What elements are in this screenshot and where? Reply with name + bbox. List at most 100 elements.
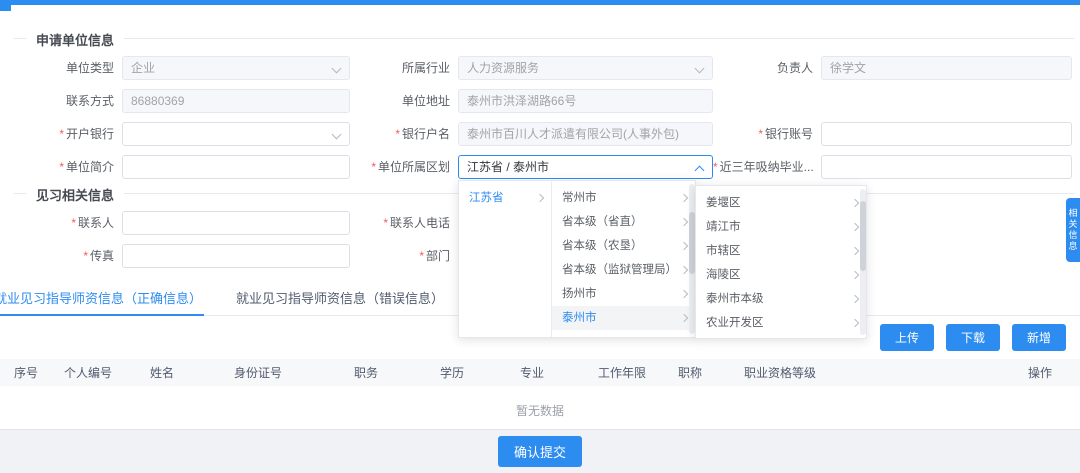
form-row-3: 开户银行 银行户名 银行账号 bbox=[14, 117, 1074, 150]
cascader-item-city-selected[interactable]: 泰州市 bbox=[552, 306, 695, 330]
leader-input[interactable] bbox=[821, 56, 1072, 80]
confirm-submit-button[interactable]: 确认提交 bbox=[498, 436, 582, 467]
cascader-city-column: 常州市 省本级（省直） 省本级（农垦） 省本级（监狱管理局） 扬州市 泰州市 bbox=[552, 181, 695, 337]
app-window: 申请单位信息 单位类型 所属行业 负责人 bbox=[0, 0, 1080, 473]
intro-input[interactable] bbox=[122, 155, 350, 179]
form-row-1: 单位类型 所属行业 负责人 bbox=[14, 51, 1074, 84]
cascader-item-district[interactable]: 农业开发区 bbox=[696, 311, 866, 335]
add-button[interactable]: 新增 bbox=[1012, 324, 1066, 351]
field-leader: 负责人 bbox=[713, 56, 1074, 80]
cascader-item-city[interactable]: 省本级（省直） bbox=[552, 210, 695, 234]
cascader-item-city[interactable]: 扬州市 bbox=[552, 282, 695, 306]
table-header-cell-operation: 操作 bbox=[1018, 364, 1080, 381]
upload-button[interactable]: 上传 bbox=[880, 324, 934, 351]
field-region: 单位所属区划 bbox=[350, 155, 713, 179]
cascader-province-column: 江苏省 bbox=[459, 181, 552, 337]
section-unit-info: 申请单位信息 单位类型 所属行业 负责人 bbox=[14, 38, 1074, 183]
chevron-right-icon bbox=[536, 194, 544, 202]
graduates-control bbox=[821, 155, 1072, 179]
region-cascader-popup: 江苏省 常州市 省本级（省直） 省本级（农垦） 省本级（监狱管理局） 扬州市 泰… bbox=[458, 180, 696, 338]
table-empty-text: 暂无数据 bbox=[0, 386, 1080, 435]
chevron-right-icon bbox=[680, 194, 688, 202]
field-contact: 联系方式 bbox=[14, 89, 350, 113]
bank-no-label: 银行账号 bbox=[713, 125, 821, 142]
cascader-item-district[interactable]: 泰州市本级 bbox=[696, 287, 866, 311]
address-label: 单位地址 bbox=[350, 92, 458, 109]
chevron-right-icon bbox=[680, 266, 688, 274]
contact-label: 联系方式 bbox=[14, 92, 122, 109]
contact-person-label: 联系人 bbox=[14, 214, 122, 231]
form-row-2: 联系方式 单位地址 bbox=[14, 84, 1074, 117]
side-drawer-handle[interactable]: 相关信息 bbox=[1066, 198, 1080, 262]
tab-teacher-error[interactable]: 就业见习指导师资信息（错误信息） bbox=[234, 280, 446, 315]
address-control bbox=[458, 89, 713, 113]
unit-type-label: 单位类型 bbox=[14, 59, 122, 76]
cascader-item-district[interactable]: 市辖区 bbox=[696, 239, 866, 263]
unit-type-select[interactable] bbox=[122, 56, 350, 80]
scrollbar-track[interactable] bbox=[860, 189, 866, 335]
cascader-item-city[interactable]: 省本级（监狱管理局） bbox=[552, 258, 695, 282]
region-label: 单位所属区划 bbox=[350, 158, 458, 175]
industry-input[interactable] bbox=[458, 56, 713, 80]
contact-person-input[interactable] bbox=[122, 211, 350, 235]
bank-label: 开户银行 bbox=[14, 125, 122, 142]
tab-teacher-correct[interactable]: 就业见习指导师资信息（正确信息） bbox=[0, 280, 204, 316]
address-input[interactable] bbox=[458, 89, 713, 113]
footer-bar: 确认提交 bbox=[0, 429, 1080, 473]
region-cascader[interactable] bbox=[458, 155, 713, 179]
graduates-label: 近三年吸纳毕业... bbox=[713, 158, 821, 175]
bank-input[interactable] bbox=[122, 122, 350, 146]
contact-input[interactable] bbox=[122, 89, 350, 113]
table-header-cell: 职务 bbox=[354, 364, 440, 381]
cascader-item-district[interactable]: 海陵区 bbox=[696, 263, 866, 287]
table-header-cell: 学历 bbox=[440, 364, 520, 381]
cascader-item-district[interactable]: 靖江市 bbox=[696, 215, 866, 239]
cascader-district-column: 姜堰区 靖江市 市辖区 海陵区 泰州市本级 农业开发区 bbox=[695, 185, 867, 339]
table-header-cell: 身份证号 bbox=[234, 364, 354, 381]
field-graduates: 近三年吸纳毕业... bbox=[713, 155, 1074, 179]
table-header-cell: 工作年限 bbox=[598, 364, 678, 381]
cascader-item-city[interactable]: 省本级（农垦） bbox=[552, 234, 695, 258]
chevron-right-icon bbox=[851, 295, 859, 303]
chevron-right-icon bbox=[680, 290, 688, 298]
section-title-unit: 申请单位信息 bbox=[26, 30, 124, 49]
chevron-right-icon bbox=[851, 223, 859, 231]
field-bank-no: 银行账号 bbox=[713, 122, 1074, 146]
region-input[interactable] bbox=[458, 155, 713, 179]
department-label: 部门 bbox=[350, 247, 458, 264]
fax-input[interactable] bbox=[122, 244, 350, 268]
intro-label: 单位简介 bbox=[14, 158, 122, 175]
chevron-right-icon bbox=[851, 199, 859, 207]
leader-label: 负责人 bbox=[713, 59, 821, 76]
download-button[interactable]: 下载 bbox=[946, 324, 1000, 351]
industry-select[interactable] bbox=[458, 56, 713, 80]
field-contact-person: 联系人 bbox=[14, 211, 350, 235]
contact-person-control bbox=[122, 211, 350, 235]
intro-control bbox=[122, 155, 350, 179]
bank-name-control bbox=[458, 122, 713, 146]
bank-name-input[interactable] bbox=[458, 122, 713, 146]
chevron-right-icon bbox=[851, 319, 859, 327]
chevron-right-icon bbox=[680, 242, 688, 250]
form-row-4: 单位简介 单位所属区划 近三年吸纳毕业... bbox=[14, 150, 1074, 183]
cascader-item-province[interactable]: 江苏省 bbox=[459, 186, 551, 210]
table-header-cell: 个人编号 bbox=[64, 364, 150, 381]
unit-type-input[interactable] bbox=[122, 56, 350, 80]
chevron-right-icon bbox=[680, 314, 688, 322]
fax-control bbox=[122, 244, 350, 268]
field-industry: 所属行业 bbox=[350, 56, 713, 80]
cascader-item-city[interactable]: 常州市 bbox=[552, 186, 695, 210]
field-bank: 开户银行 bbox=[14, 122, 350, 146]
scrollbar-thumb[interactable] bbox=[860, 201, 866, 271]
graduates-input[interactable] bbox=[821, 155, 1072, 179]
table-header-row: 序号 个人编号 姓名 身份证号 职务 学历 专业 工作年限 职称 职业资格等级 … bbox=[0, 359, 1080, 386]
cascader-item-district[interactable]: 姜堰区 bbox=[696, 191, 866, 215]
bank-select[interactable] bbox=[122, 122, 350, 146]
chevron-right-icon bbox=[851, 247, 859, 255]
table-header-cell: 序号 bbox=[14, 364, 64, 381]
bank-no-input[interactable] bbox=[821, 122, 1072, 146]
contact-phone-label: 联系人电话 bbox=[350, 214, 458, 231]
field-address: 单位地址 bbox=[350, 89, 713, 113]
field-bank-name: 银行户名 bbox=[350, 122, 713, 146]
section-title-intern: 见习相关信息 bbox=[26, 185, 124, 204]
